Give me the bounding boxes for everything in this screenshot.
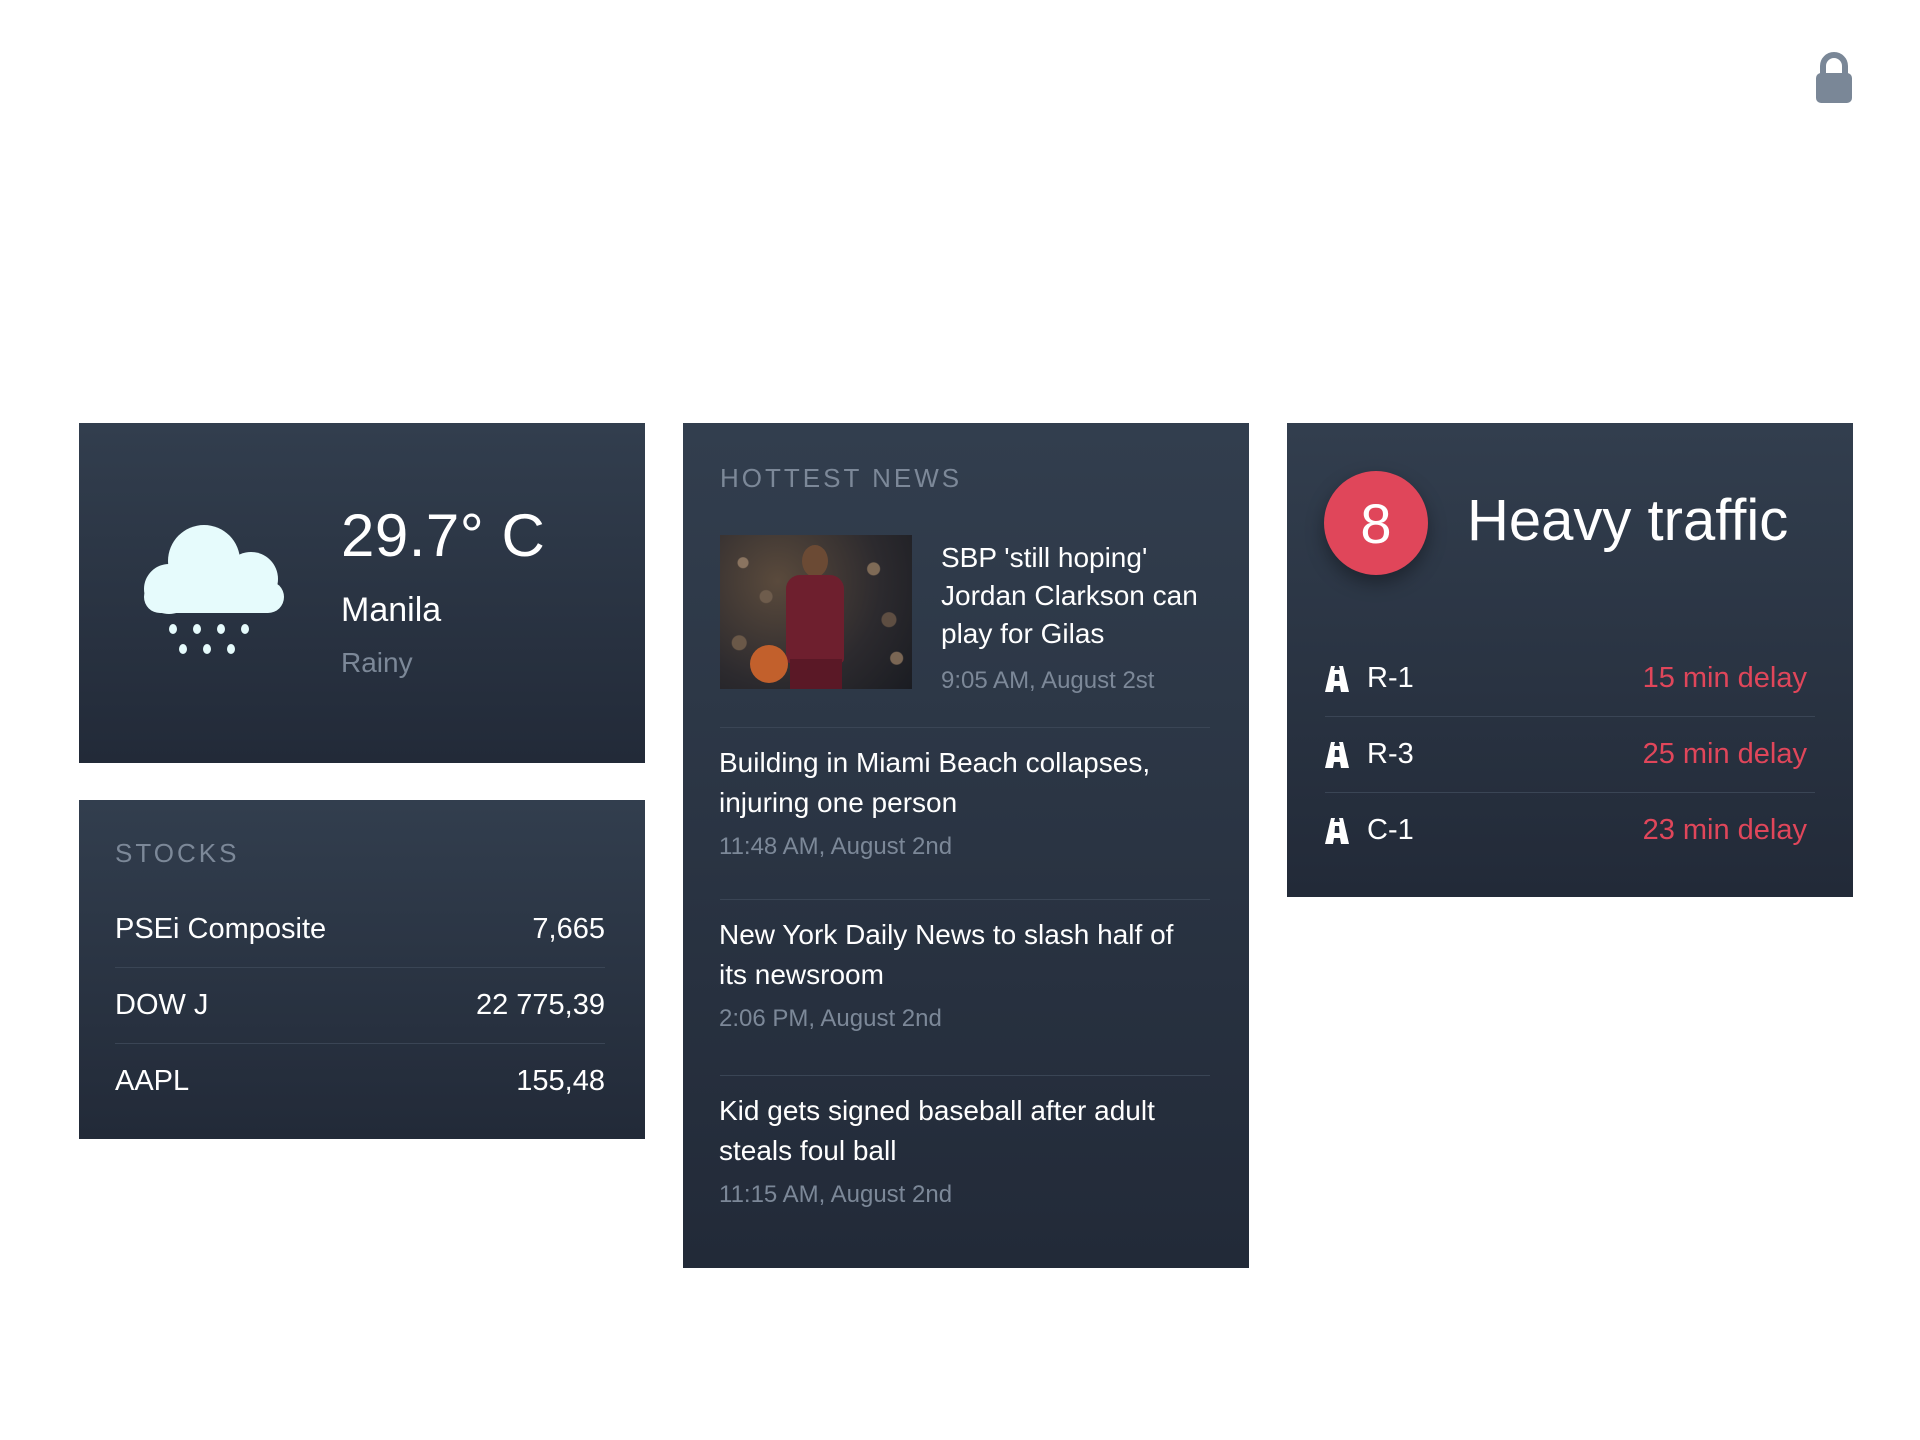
rain-cloud-icon bbox=[144, 525, 284, 654]
news-time: 9:05 AM, August 2st bbox=[941, 667, 1155, 694]
stock-row[interactable]: DOW J 22 775,39 bbox=[115, 968, 605, 1044]
stocks-card[interactable]: STOCKS PSEi Composite 7,665 DOW J 22 775… bbox=[79, 800, 645, 1139]
road-delay: 25 min delay bbox=[1642, 738, 1807, 770]
stock-row[interactable]: PSEi Composite 7,665 bbox=[115, 892, 605, 968]
road-name: R-3 bbox=[1367, 738, 1414, 770]
news-title: HOTTEST NEWS bbox=[720, 463, 963, 493]
road-icon bbox=[1325, 817, 1349, 844]
stock-name: DOW J bbox=[115, 989, 209, 1021]
news-item[interactable]: Building in Miami Beach collapses, injur… bbox=[719, 743, 1209, 861]
stocks-title: STOCKS bbox=[115, 838, 240, 868]
road-delay: 15 min delay bbox=[1642, 662, 1807, 694]
stock-name: AAPL bbox=[115, 1065, 190, 1097]
divider bbox=[720, 727, 1210, 728]
news-time: 11:48 AM, August 2nd bbox=[719, 833, 953, 860]
lock-icon[interactable] bbox=[1814, 52, 1854, 104]
dashboard: 29.7° C Manila Rainy STOCKS PSEi Composi… bbox=[0, 0, 1920, 1440]
traffic-card[interactable]: 8 Heavy traffic R-1 15 min delay R-3 25 … bbox=[1287, 423, 1853, 897]
news-item[interactable]: New York Daily News to slash half of its… bbox=[719, 915, 1209, 1033]
traffic-row[interactable]: R-3 25 min delay bbox=[1325, 717, 1815, 793]
news-time: 2:06 PM, August 2nd bbox=[719, 1005, 942, 1032]
weather-condition: Rainy bbox=[341, 647, 413, 678]
city-name: Manila bbox=[341, 591, 442, 629]
featured-news-item[interactable]: SBP 'still hoping' Jordan Clarkson can p… bbox=[720, 535, 1210, 699]
divider bbox=[720, 899, 1210, 900]
traffic-level-badge: 8 bbox=[1324, 471, 1428, 575]
road-icon bbox=[1325, 665, 1349, 692]
traffic-status: Heavy traffic bbox=[1467, 488, 1789, 553]
stock-value: 7,665 bbox=[532, 913, 605, 945]
traffic-row[interactable]: C-1 23 min delay bbox=[1325, 793, 1815, 868]
traffic-roads-list: R-1 15 min delay R-3 25 min delay C-1 23… bbox=[1325, 641, 1815, 868]
road-icon bbox=[1325, 741, 1349, 768]
news-card: HOTTEST NEWS SBP 'still hoping' Jordan C… bbox=[683, 423, 1249, 1268]
news-headline: Kid gets signed baseball after adult ste… bbox=[719, 1095, 1155, 1166]
news-item[interactable]: Kid gets signed baseball after adult ste… bbox=[719, 1091, 1209, 1209]
stock-value: 155,48 bbox=[516, 1065, 605, 1097]
stock-name: PSEi Composite bbox=[115, 913, 327, 945]
weather-card[interactable]: 29.7° C Manila Rainy bbox=[79, 423, 645, 763]
divider bbox=[720, 1075, 1210, 1076]
news-headline: New York Daily News to slash half of its… bbox=[719, 919, 1174, 990]
road-name: C-1 bbox=[1367, 814, 1414, 846]
stock-row[interactable]: AAPL 155,48 bbox=[115, 1044, 605, 1119]
road-name: R-1 bbox=[1367, 662, 1414, 694]
stock-value: 22 775,39 bbox=[475, 989, 605, 1021]
news-headline: SBP 'still hoping' Jordan Clarkson can p… bbox=[941, 542, 1198, 649]
road-delay: 23 min delay bbox=[1642, 814, 1807, 846]
news-time: 11:15 AM, August 2nd bbox=[719, 1181, 953, 1208]
traffic-row[interactable]: R-1 15 min delay bbox=[1325, 641, 1815, 717]
news-headline: Building in Miami Beach collapses, injur… bbox=[719, 747, 1151, 818]
news-thumbnail-image bbox=[720, 535, 912, 689]
temperature: 29.7° C bbox=[341, 502, 546, 569]
stocks-list: PSEi Composite 7,665 DOW J 22 775,39 AAP… bbox=[115, 892, 605, 1119]
